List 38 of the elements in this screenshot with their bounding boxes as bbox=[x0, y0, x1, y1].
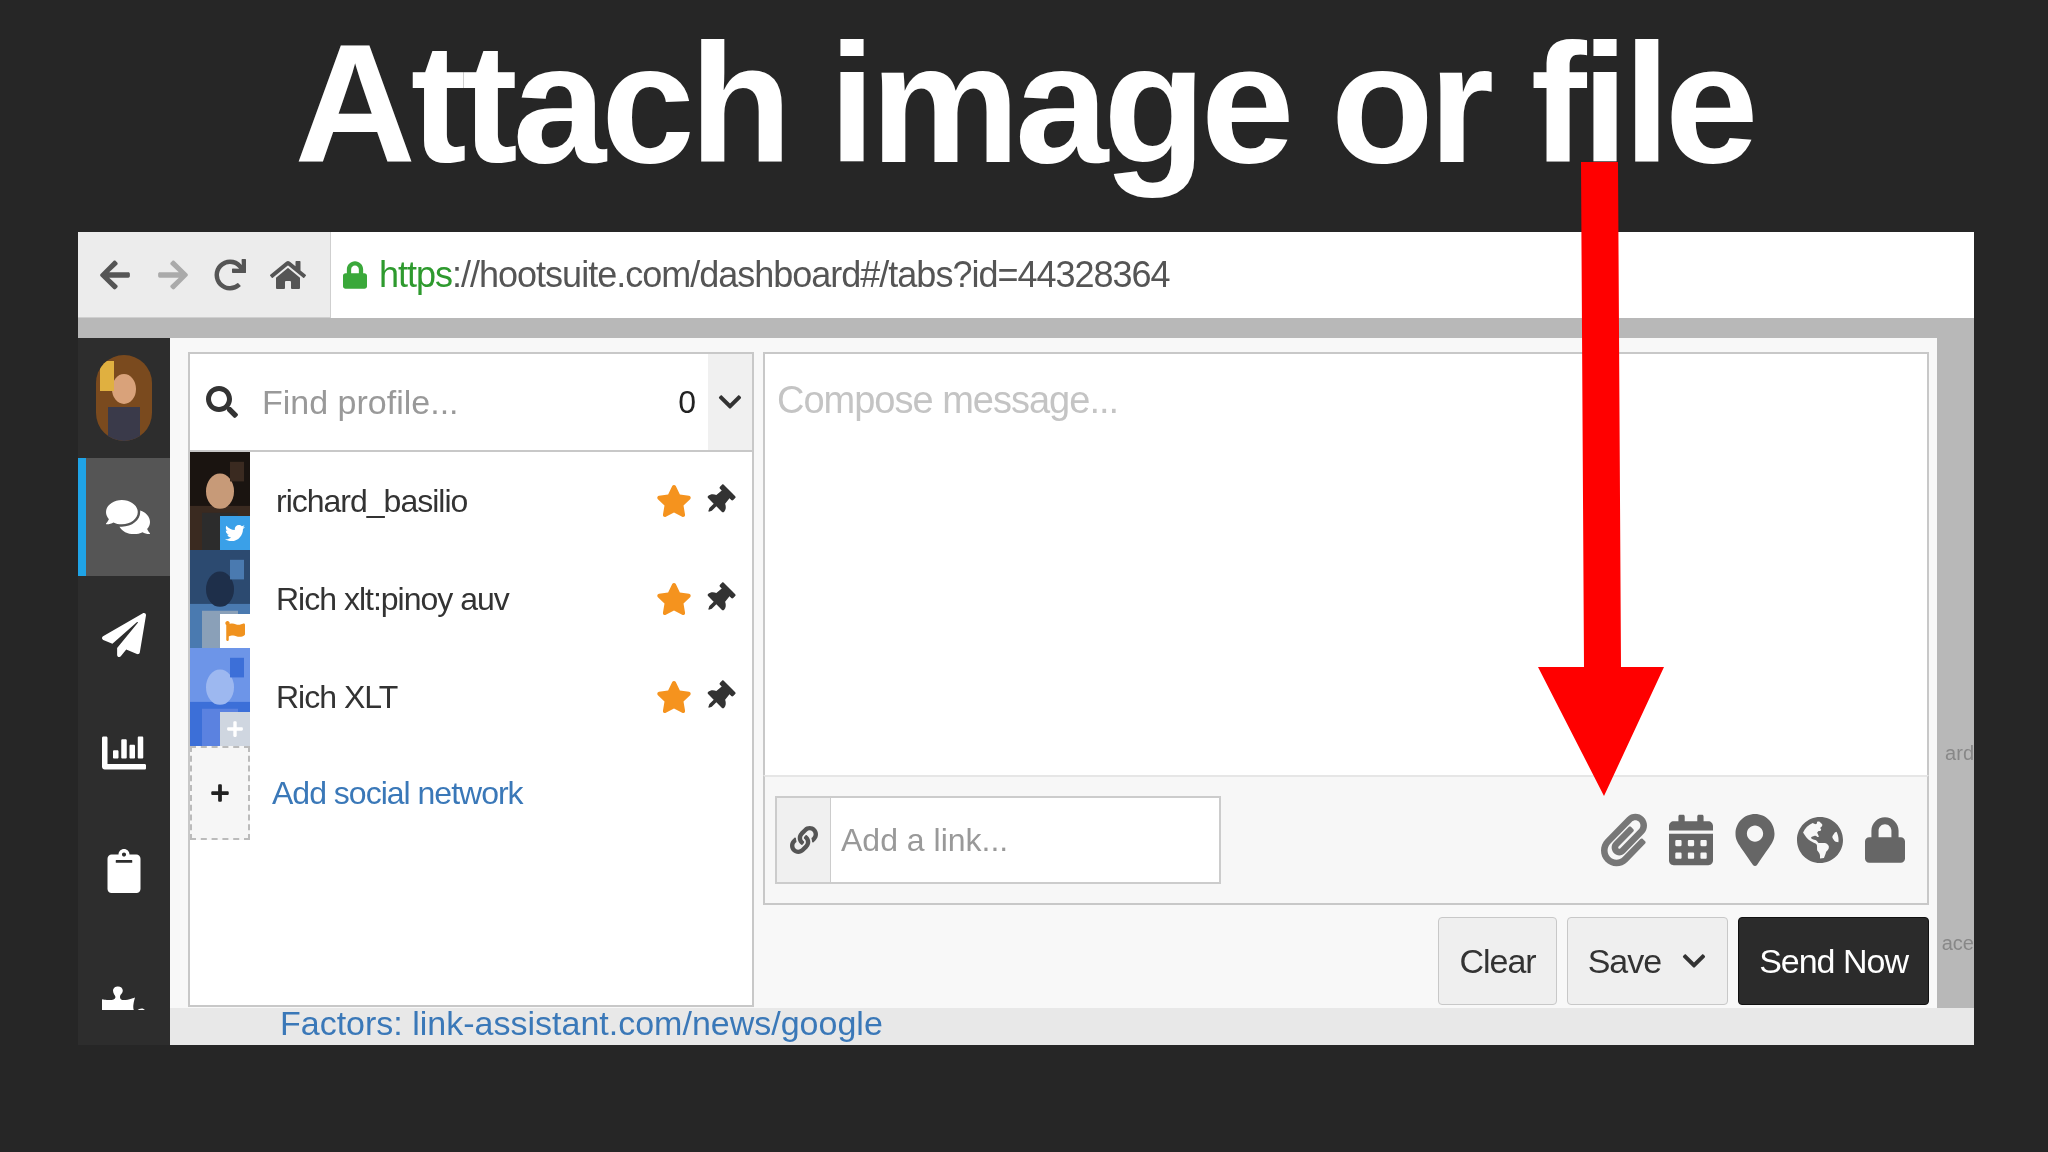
profile-row[interactable]: Rich xlt:pinoy auv bbox=[190, 550, 752, 648]
headline: Attach image or file bbox=[294, 20, 1754, 200]
plus-icon bbox=[210, 783, 230, 803]
profile-name: richard_basilio bbox=[276, 482, 469, 521]
dropdown-toggle[interactable] bbox=[708, 354, 752, 450]
compose-field[interactable]: Compose message... bbox=[763, 352, 1929, 775]
profile-row[interactable]: richard_basilio bbox=[190, 452, 752, 550]
star-icon[interactable] bbox=[656, 581, 692, 617]
url-text: https://hootsuite.com/dashboard#/tabs?id=44328364 bbox=[379, 252, 1170, 297]
star-icon[interactable] bbox=[656, 483, 692, 519]
sidebar-item[interactable] bbox=[78, 458, 170, 576]
paperclip-icon[interactable] bbox=[1601, 813, 1647, 867]
lock-icon bbox=[343, 259, 367, 290]
flag-icon bbox=[220, 614, 250, 648]
profile-search-field[interactable]: Find profile... bbox=[262, 376, 679, 428]
calendar-icon[interactable] bbox=[1669, 813, 1713, 867]
profile-name: Rich xlt:pinoy auv bbox=[276, 580, 511, 619]
plus-icon bbox=[220, 712, 250, 746]
search-icon bbox=[206, 384, 238, 420]
map-pin-icon[interactable] bbox=[1735, 814, 1775, 866]
save-menu-button[interactable]: Save bbox=[1566, 917, 1729, 1005]
add-network-link[interactable]: Add social network bbox=[272, 769, 523, 817]
selected-count: 0 bbox=[678, 383, 696, 422]
user-avatar[interactable] bbox=[96, 355, 152, 441]
profile-name: Rich XLT bbox=[276, 678, 399, 717]
clear-button[interactable]: Clear bbox=[1438, 917, 1557, 1005]
address-bar[interactable]: https://hootsuite.com/dashboard#/tabs?id=44328364 bbox=[330, 232, 1974, 318]
profile-row[interactable]: Rich XLT bbox=[190, 648, 752, 746]
add-network-tile[interactable] bbox=[190, 746, 250, 840]
background-text: Factors: link-assistant.com/news/google bbox=[280, 1007, 883, 1042]
link-field[interactable]: Add a link... bbox=[831, 796, 1221, 884]
reload-icon[interactable] bbox=[214, 258, 246, 291]
link-icon bbox=[789, 826, 818, 854]
globe-icon[interactable] bbox=[1797, 814, 1843, 866]
paper-plane-icon[interactable] bbox=[102, 613, 146, 657]
star-icon[interactable] bbox=[656, 679, 692, 715]
send-button[interactable]: Send Now bbox=[1738, 917, 1929, 1005]
bird-icon bbox=[220, 516, 250, 550]
